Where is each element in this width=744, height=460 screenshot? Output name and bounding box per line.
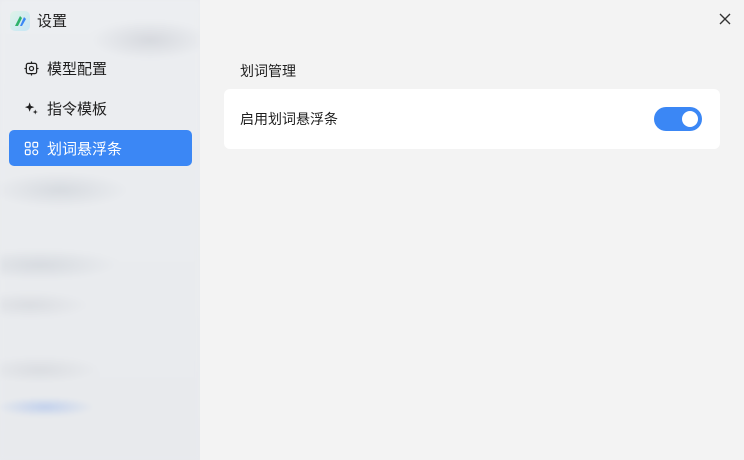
main-panel: 划词管理 启用划词悬浮条 [200,0,744,460]
close-button[interactable] [716,10,734,28]
sidebar-item-label: 划词悬浮条 [47,139,123,158]
sidebar: 设置 模型配置 指令模板 划词悬浮条 [0,0,200,460]
grid-icon [23,140,39,156]
settings-window: 设置 模型配置 指令模板 划词悬浮条 划词管理 启用划词悬浮条 [0,0,744,460]
enable-selection-toolbar-toggle[interactable] [654,107,702,131]
close-icon [719,10,731,29]
title-bar: 设置 [10,10,67,31]
app-logo-icon [10,10,30,31]
model-chip-icon [23,60,39,76]
window-title: 设置 [37,12,68,30]
setting-card: 启用划词悬浮条 [224,89,720,149]
sidebar-nav: 模型配置 指令模板 划词悬浮条 [9,50,192,166]
sidebar-item-label: 模型配置 [47,59,108,78]
sidebar-item-model-config[interactable]: 模型配置 [9,50,192,86]
setting-label: 启用划词悬浮条 [240,112,338,128]
sidebar-item-label: 指令模板 [47,99,108,118]
toggle-knob [682,111,698,127]
section-title: 划词管理 [240,64,296,80]
sparkle-icon [23,100,39,116]
sidebar-item-selection-toolbar[interactable]: 划词悬浮条 [9,130,192,166]
sidebar-item-prompt-templates[interactable]: 指令模板 [9,90,192,126]
